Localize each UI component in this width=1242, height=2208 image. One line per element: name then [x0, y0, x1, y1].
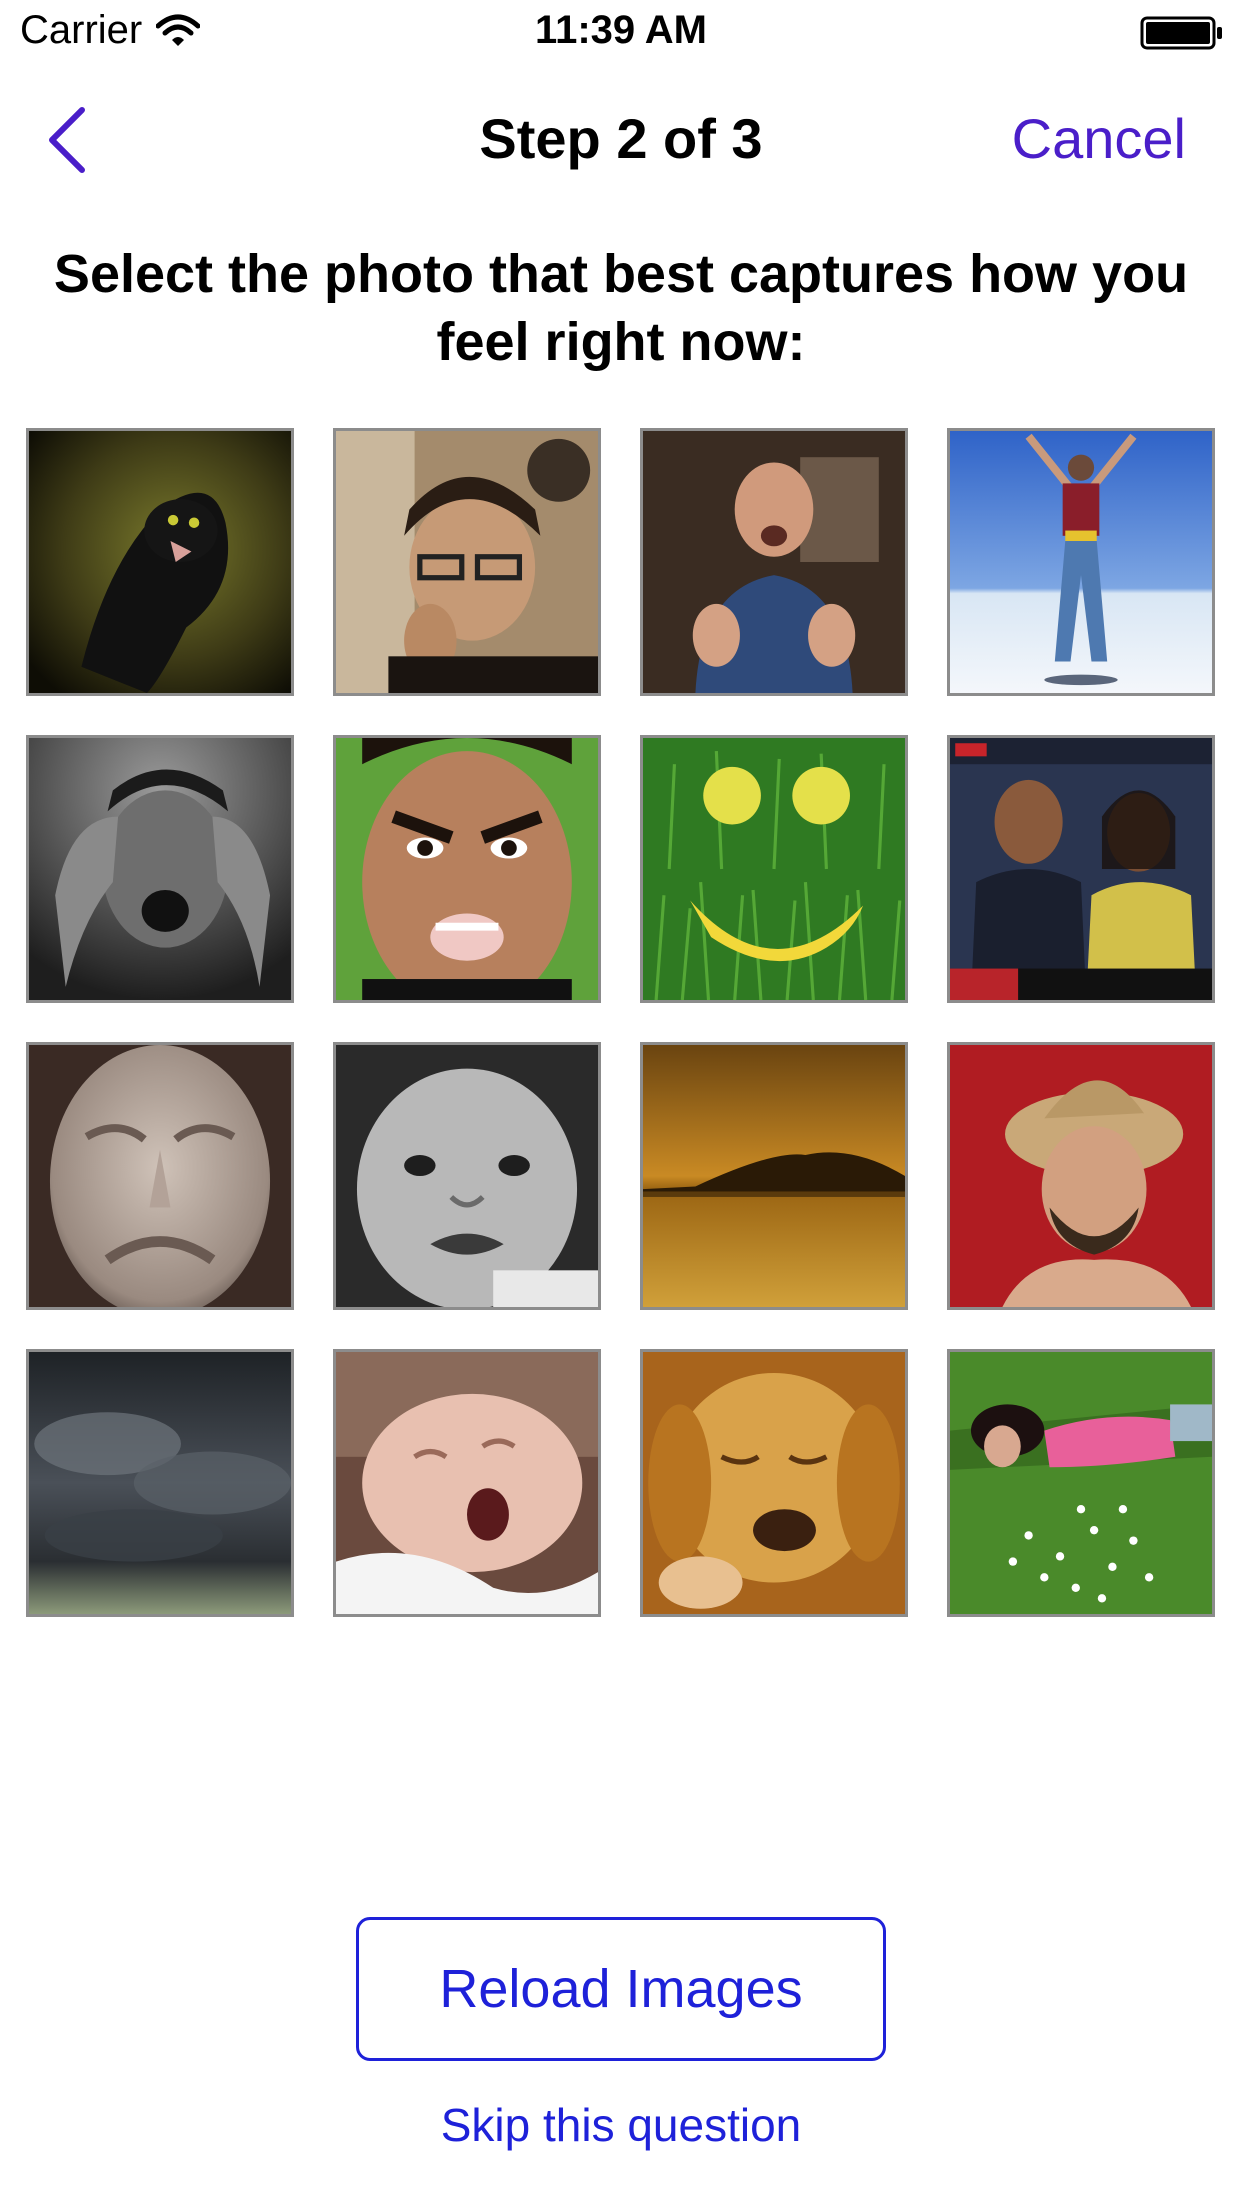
photo-grid [26, 428, 1216, 1617]
photo-tile[interactable] [26, 735, 294, 1003]
photo-couple-news-broadcast [950, 738, 1212, 1000]
photo-tile[interactable] [26, 428, 294, 696]
photo-tile[interactable] [333, 1349, 601, 1617]
photo-tile[interactable] [640, 428, 908, 696]
photo-man-screaming-holding-head [29, 738, 291, 1000]
photo-sleeping-dog [643, 1352, 905, 1614]
photo-crying-baby [336, 1045, 598, 1307]
photo-baby-yawning [336, 1352, 598, 1614]
photo-storm-clouds [29, 1352, 291, 1614]
cancel-button[interactable]: Cancel [1012, 106, 1186, 171]
photo-tile[interactable] [26, 1042, 294, 1310]
photo-tile[interactable] [947, 735, 1215, 1003]
photo-tile[interactable] [640, 1349, 908, 1617]
photo-woman-lying-in-grass [950, 1352, 1212, 1614]
photo-tile[interactable] [333, 735, 601, 1003]
skip-question-link[interactable]: Skip this question [0, 2098, 1242, 2152]
photo-tile[interactable] [947, 428, 1215, 696]
navigation-bar: Step 2 of 3 Cancel [0, 80, 1242, 200]
question-text: Select the photo that best captures how … [53, 244, 1189, 372]
photo-tile[interactable] [640, 735, 908, 1003]
photo-sunset-lake [643, 1045, 905, 1307]
photo-tile[interactable] [333, 1042, 601, 1310]
photo-tile[interactable] [640, 1042, 908, 1310]
photo-fruit-smiley-face-grass [643, 738, 905, 1000]
photo-woman-jumping-salt-flats [950, 431, 1212, 693]
photo-tile[interactable] [947, 1042, 1215, 1310]
status-time: 11:39 AM [535, 8, 707, 52]
photo-tile[interactable] [947, 1349, 1215, 1617]
photo-man-angry-face [336, 738, 598, 1000]
photo-tile[interactable] [26, 1349, 294, 1617]
photo-sad-sculpture-face [29, 1045, 291, 1307]
photo-man-thumbs-up [643, 431, 905, 693]
photo-man-cowboy-hat [950, 1045, 1212, 1307]
photo-black-cat-hissing [29, 431, 291, 693]
status-bar: Carrier 11:39 AM [0, 0, 1242, 60]
photo-nervous-woman-glasses [336, 431, 598, 693]
reload-images-button[interactable]: Reload Images [356, 1917, 886, 2061]
photo-tile[interactable] [333, 428, 601, 696]
battery-icon [1140, 16, 1222, 50]
